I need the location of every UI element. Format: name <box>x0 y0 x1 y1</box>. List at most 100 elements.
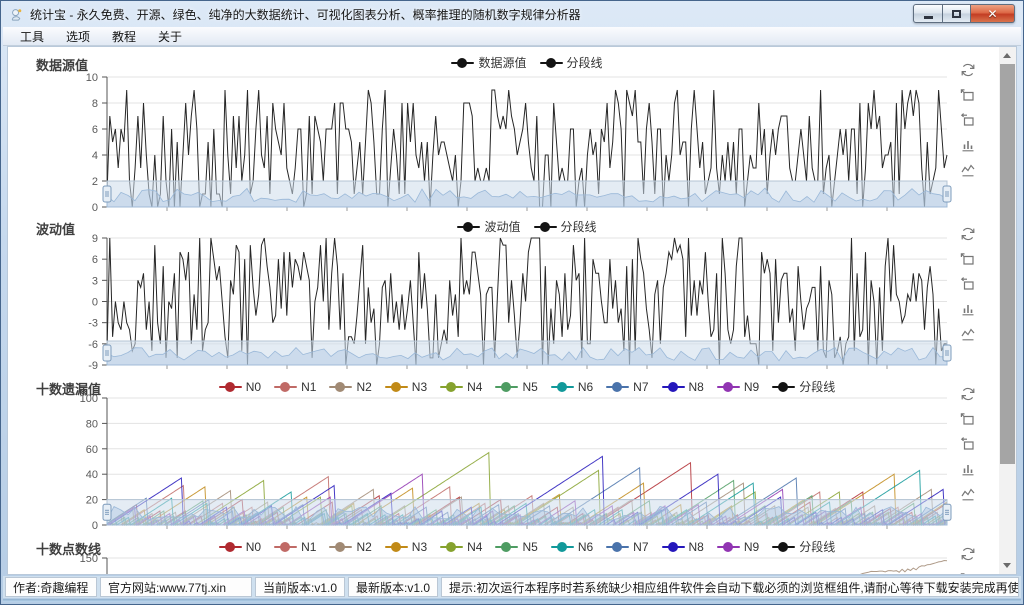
chart-panel-3: 十数点数线 N0 N1 N2 N3 N4 N5 N6 N7 N8 N9 分段线 … <box>10 534 982 575</box>
legend-item-N8[interactable]: N8 <box>661 540 704 554</box>
chart-plot[interactable]: 0246810 <box>10 50 982 213</box>
scroll-up-button[interactable] <box>999 47 1016 64</box>
legend-item-N4[interactable]: N4 <box>440 380 482 394</box>
zoom-select-icon[interactable] <box>960 571 976 575</box>
legend-item-N2[interactable]: N2 <box>329 540 372 554</box>
legend-marker-icon <box>451 57 475 68</box>
chart-plot[interactable]: -9 -6 -3 0 3 6 9 <box>10 214 982 373</box>
legend-item-数据源值[interactable]: 数据源值 <box>451 54 527 71</box>
legend-item-N2[interactable]: N2 <box>329 380 372 394</box>
zoom-select-icon[interactable] <box>960 251 976 267</box>
datazoom-slider[interactable] <box>102 499 952 526</box>
legend-marker-icon <box>329 541 353 552</box>
zoom-reset-icon[interactable] <box>960 112 976 128</box>
legend-item-分段线[interactable]: 分段线 <box>772 378 835 395</box>
datazoom-handle-left[interactable] <box>102 503 112 521</box>
menu-item-tools[interactable]: 工具 <box>9 26 55 47</box>
datazoom-handle-right[interactable] <box>942 344 952 362</box>
zoom-select-icon[interactable] <box>960 411 976 427</box>
svg-text:9: 9 <box>92 233 98 245</box>
legend-item-N5[interactable]: N5 <box>495 540 538 554</box>
legend-item-分段线[interactable]: 分段线 <box>772 538 835 555</box>
legend-item-N7[interactable]: N7 <box>606 380 649 394</box>
menu-item-options[interactable]: 选项 <box>55 26 101 47</box>
refresh-icon[interactable] <box>960 226 976 242</box>
close-button[interactable]: ✕ <box>971 4 1015 23</box>
legend-marker-icon <box>384 381 408 392</box>
legend-marker-icon <box>218 381 242 392</box>
legend-item-N0[interactable]: N0 <box>218 380 261 394</box>
legend-marker-icon <box>440 381 464 392</box>
status-current-version: 当前版本:v1.0 <box>255 577 345 597</box>
datazoom-slider[interactable] <box>102 180 952 208</box>
legend-item-N5[interactable]: N5 <box>495 380 538 394</box>
app-window: 统计宝 - 永久免费、开源、绿色、纯净的大数据统计、可视化图表分析、概率推理的随… <box>0 0 1024 605</box>
legend-item-N9[interactable]: N9 <box>716 380 759 394</box>
line-chart-icon[interactable] <box>960 326 976 342</box>
chart-toolbox <box>960 226 976 342</box>
svg-text:0: 0 <box>92 520 98 532</box>
legend-item-波动值[interactable]: 波动值 <box>457 218 521 235</box>
legend-item-N6[interactable]: N6 <box>550 540 593 554</box>
refresh-icon[interactable] <box>960 546 976 562</box>
charts-area: 数据源值 数据源值 分段线 0 2 4 6 8 10 波动值 波动值 分段线 -9 -6 -3… <box>7 46 1017 575</box>
legend-marker-icon <box>661 541 685 552</box>
zoom-select-icon[interactable] <box>960 87 976 103</box>
legend-item-N3[interactable]: N3 <box>384 540 427 554</box>
legend-item-N7[interactable]: N7 <box>606 540 649 554</box>
zoom-reset-icon[interactable] <box>960 276 976 292</box>
line-chart-icon[interactable] <box>960 162 976 178</box>
legend-item-N3[interactable]: N3 <box>384 380 427 394</box>
chart-title: 十数点数线 <box>36 542 102 557</box>
legend-item-分段线[interactable]: 分段线 <box>539 54 603 71</box>
datazoom-handle-right[interactable] <box>942 185 952 203</box>
bar-chart-icon[interactable] <box>960 301 976 317</box>
legend-marker-icon <box>550 541 574 552</box>
datazoom-handle-left[interactable] <box>102 185 112 203</box>
line-chart-icon[interactable] <box>960 486 976 502</box>
datazoom-handle-right[interactable] <box>942 503 952 521</box>
minimize-icon <box>923 15 933 19</box>
svg-text:-3: -3 <box>88 318 98 330</box>
svg-text:0: 0 <box>92 297 98 309</box>
bar-chart-icon[interactable] <box>960 137 976 153</box>
legend-item-N1[interactable]: N1 <box>274 380 316 394</box>
legend-item-N9[interactable]: N9 <box>716 540 759 554</box>
menu-item-about[interactable]: 关于 <box>147 26 193 47</box>
scroll-down-button[interactable] <box>999 557 1016 574</box>
chart-toolbox <box>960 62 976 178</box>
menu-item-tutorial[interactable]: 教程 <box>101 26 147 47</box>
svg-text:6: 6 <box>92 254 98 266</box>
legend-item-分段线[interactable]: 分段线 <box>533 218 597 235</box>
chart-legend: 数据源值 分段线 <box>107 54 947 71</box>
scrollbar-thumb[interactable] <box>1000 64 1015 464</box>
svg-text:3: 3 <box>92 275 98 287</box>
legend-marker-icon <box>495 541 519 552</box>
svg-text:4: 4 <box>92 150 98 162</box>
legend-marker-icon <box>606 541 630 552</box>
legend-item-N0[interactable]: N0 <box>218 540 261 554</box>
bar-chart-icon[interactable] <box>960 461 976 477</box>
legend-item-N4[interactable]: N4 <box>440 540 482 554</box>
refresh-icon[interactable] <box>960 62 976 78</box>
legend-item-N8[interactable]: N8 <box>661 380 704 394</box>
legend-item-N6[interactable]: N6 <box>550 380 593 394</box>
svg-text:-9: -9 <box>88 360 98 372</box>
vertical-scrollbar[interactable] <box>999 47 1016 574</box>
datazoom-slider[interactable] <box>102 340 952 366</box>
status-latest-version: 最新版本:v1.0 <box>348 577 438 597</box>
maximize-icon <box>952 9 961 18</box>
legend-marker-icon <box>329 381 353 392</box>
legend-item-N1[interactable]: N1 <box>274 540 316 554</box>
minimize-button[interactable] <box>913 4 943 23</box>
chart-plot[interactable]: 020406080100 <box>10 374 982 533</box>
legend-marker-icon <box>539 57 563 68</box>
zoom-reset-icon[interactable] <box>960 436 976 452</box>
svg-text:20: 20 <box>86 495 98 507</box>
chart-panel-0: 数据源值 数据源值 分段线 0 2 4 6 8 10 <box>10 50 982 213</box>
svg-text:-6: -6 <box>88 339 98 351</box>
refresh-icon[interactable] <box>960 386 976 402</box>
maximize-button[interactable] <box>943 4 971 23</box>
datazoom-handle-left[interactable] <box>102 344 112 362</box>
status-bar: 作者:奇趣编程 官方网站:www.77tj.xin 当前版本:v1.0 最新版本… <box>3 576 1021 598</box>
